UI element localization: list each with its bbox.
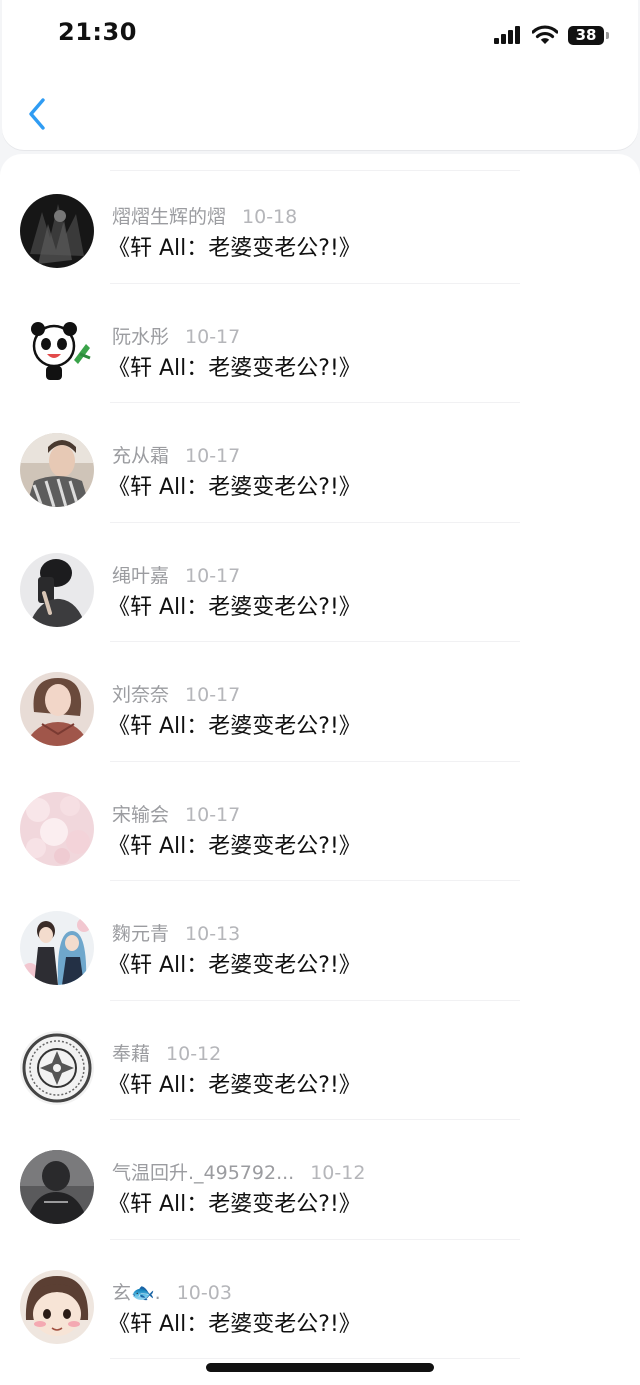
comment-meta: 气温回升._495792... 10-12: [112, 1158, 365, 1185]
comment-date: 10-17: [185, 803, 241, 826]
list-item[interactable]: 奉藉 10-12 《轩 All：老婆变老公?!》: [0, 991, 640, 1120]
comment-text[interactable]: 《轩 All：老婆变老公?!》: [108, 947, 361, 979]
wifi-icon: [532, 25, 558, 44]
comment-text[interactable]: 《轩 All：老婆变老公?!》: [108, 230, 361, 262]
comment-date: 10-03: [176, 1281, 232, 1304]
comment-meta: 宋输会 10-17: [112, 800, 240, 827]
comment-date: 10-17: [185, 325, 241, 348]
comment-meta: 麴元青 10-13: [112, 919, 240, 946]
avatar[interactable]: [20, 1030, 94, 1105]
list-item[interactable]: 玄🐟. 10-03 《轩 All：老婆变老公?!》: [0, 1230, 640, 1359]
list-item[interactable]: 气温回升._495792... 10-12 《轩 All：老婆变老公?!》: [0, 1110, 640, 1240]
status-time: 21:30: [58, 18, 137, 46]
status-icons: 38: [494, 22, 609, 48]
signal-icon: [494, 26, 520, 44]
battery-icon: 38: [568, 25, 609, 45]
username[interactable]: 熠熠生辉的熠: [112, 206, 226, 228]
list-item[interactable]: 宋输会 10-17 《轩 All：老婆变老公?!》: [0, 752, 640, 881]
comment-meta: 熠熠生辉的熠 10-18: [112, 202, 297, 229]
username[interactable]: 麴元青: [112, 923, 169, 945]
avatar[interactable]: [20, 313, 94, 388]
list-item[interactable]: 阮水彤 10-17 《轩 All：老婆变老公?!》: [0, 274, 640, 403]
list-item[interactable]: 熠熠生辉的熠 10-18 《轩 All：老婆变老公?!》: [0, 154, 640, 284]
avatar[interactable]: [20, 791, 94, 866]
screen: 21:30 38 熠熠生辉的熠 10-18 《轩 All：老婆变老公?!》 阮水…: [0, 0, 640, 1385]
comment-meta: 刘奈奈 10-17: [112, 680, 240, 707]
comment-text[interactable]: 《轩 All：老婆变老公?!》: [108, 589, 361, 621]
comment-text[interactable]: 《轩 All：老婆变老公?!》: [108, 350, 361, 382]
comment-text[interactable]: 《轩 All：老婆变老公?!》: [108, 828, 361, 860]
avatar[interactable]: [20, 1150, 94, 1224]
list-item[interactable]: 绳叶嘉 10-17 《轩 All：老婆变老公?!》: [0, 513, 640, 642]
divider: [110, 1358, 520, 1359]
comment-meta: 玄🐟. 10-03: [112, 1278, 232, 1305]
list-item[interactable]: 麴元青 10-13 《轩 All：老婆变老公?!》: [0, 871, 640, 1001]
avatar[interactable]: [20, 1269, 94, 1344]
comment-meta: 阮水彤 10-17: [112, 322, 240, 349]
username[interactable]: 奉藉: [112, 1043, 150, 1065]
avatar[interactable]: [20, 911, 94, 985]
avatar[interactable]: [20, 194, 94, 268]
home-indicator[interactable]: [206, 1363, 434, 1372]
avatar[interactable]: [20, 552, 94, 627]
comment-text[interactable]: 《轩 All：老婆变老公?!》: [108, 1067, 361, 1099]
list-item[interactable]: 刘奈奈 10-17 《轩 All：老婆变老公?!》: [0, 632, 640, 762]
username[interactable]: 阮水彤: [112, 326, 169, 348]
comment-date: 10-12: [166, 1042, 222, 1065]
comment-date: 10-18: [242, 206, 298, 228]
battery-level: 38: [575, 25, 597, 44]
comment-meta: 绳叶嘉 10-17: [112, 561, 240, 588]
comment-date: 10-17: [185, 684, 241, 706]
username[interactable]: 宋输会: [112, 804, 169, 826]
comment-text[interactable]: 《轩 All：老婆变老公?!》: [108, 469, 361, 501]
header: 21:30 38: [2, 0, 638, 150]
comment-date: 10-17: [185, 445, 241, 467]
comment-text[interactable]: 《轩 All：老婆变老公?!》: [108, 1306, 361, 1338]
username[interactable]: 刘奈奈: [112, 684, 169, 706]
comment-date: 10-13: [185, 923, 241, 945]
comment-meta: 奉藉 10-12: [112, 1039, 221, 1066]
back-button[interactable]: [22, 94, 52, 134]
list-item[interactable]: 充从霜 10-17 《轩 All：老婆变老公?!》: [0, 393, 640, 523]
username[interactable]: 绳叶嘉: [112, 565, 169, 587]
avatar[interactable]: [20, 672, 94, 746]
comment-text[interactable]: 《轩 All：老婆变老公?!》: [108, 708, 361, 740]
avatar[interactable]: [20, 433, 94, 507]
username[interactable]: 充从霜: [112, 445, 169, 467]
comment-meta: 充从霜 10-17: [112, 441, 240, 468]
comment-date: 10-12: [310, 1162, 366, 1184]
username[interactable]: 玄🐟.: [112, 1282, 161, 1304]
comment-list: 熠熠生辉的熠 10-18 《轩 All：老婆变老公?!》 阮水彤 10-17 《…: [0, 154, 640, 1385]
comment-date: 10-17: [185, 564, 241, 587]
username[interactable]: 气温回升._495792...: [112, 1162, 294, 1184]
comment-text[interactable]: 《轩 All：老婆变老公?!》: [108, 1186, 361, 1218]
